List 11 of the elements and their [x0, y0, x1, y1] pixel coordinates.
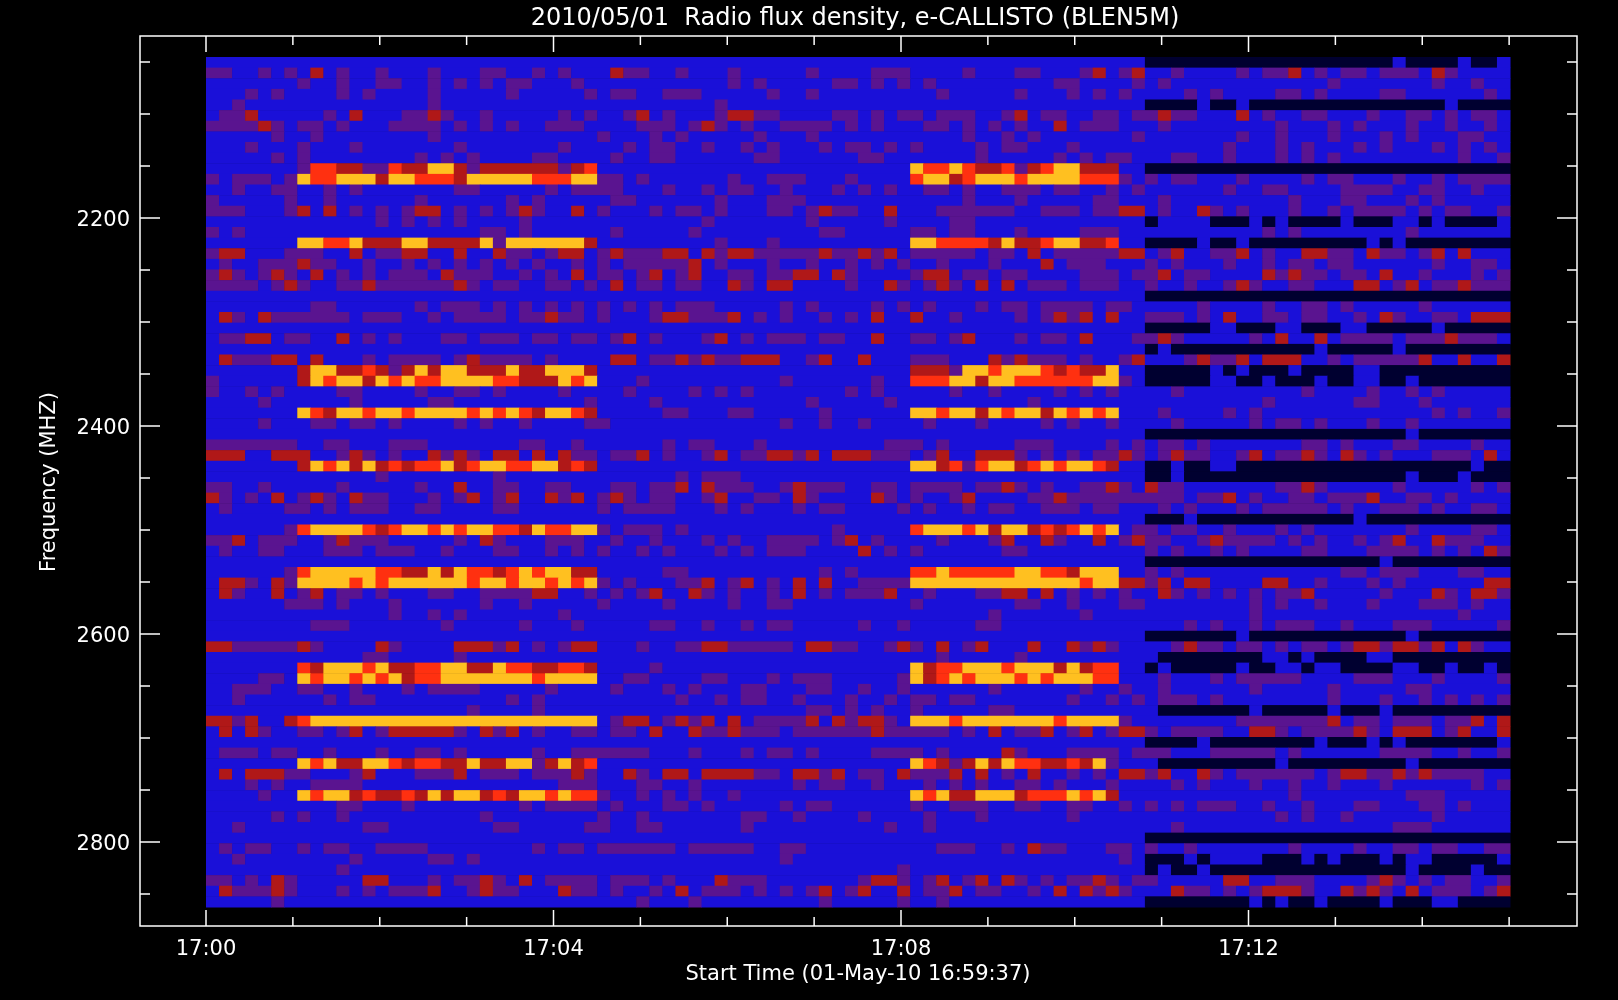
- y-tick-label: 2400: [76, 415, 130, 439]
- x-tick-label: 17:04: [523, 936, 584, 960]
- chart-title: 2010/05/01 Radio flux density, e-CALLISTO (BLEN5M): [530, 3, 1180, 31]
- y-tick-label: 2600: [76, 623, 130, 647]
- x-tick-label: 17:08: [870, 936, 932, 960]
- x-axis-label: Start Time (01-May-10 16:59:37): [685, 961, 1031, 985]
- x-tick-label: 17:12: [1218, 936, 1279, 960]
- y-tick-label: 2200: [76, 207, 130, 231]
- x-tick-label: 17:00: [175, 936, 237, 960]
- y-axis-label: Frequency (MHZ): [36, 392, 60, 572]
- y-tick-label: 2800: [76, 831, 130, 855]
